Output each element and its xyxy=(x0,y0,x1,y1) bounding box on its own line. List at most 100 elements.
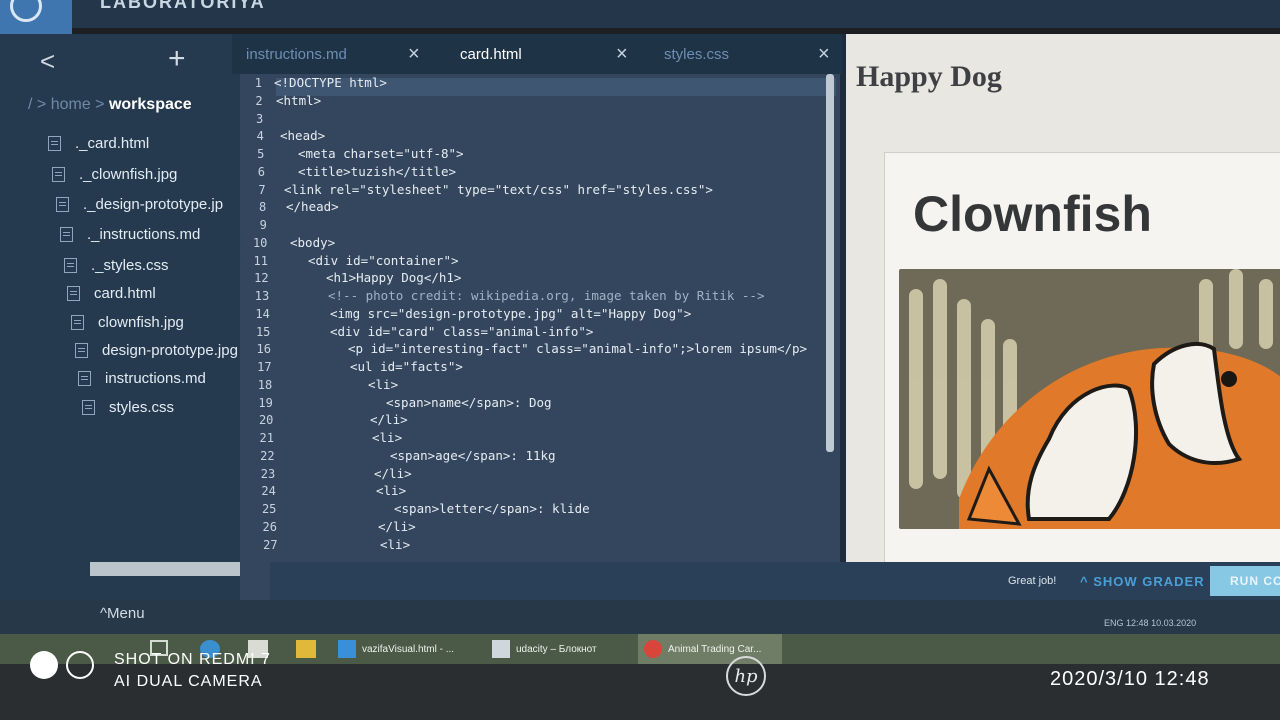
line-number: 17 xyxy=(257,360,272,374)
line-number: 14 xyxy=(255,306,270,321)
file-name: instructions.md xyxy=(105,369,206,387)
tab-label: styles.css xyxy=(664,45,730,63)
preview-card-title: Clownfish xyxy=(913,186,1152,242)
line-number: 22 xyxy=(260,448,275,463)
back-button[interactable]: < xyxy=(40,48,55,74)
file-name: ._instructions.md xyxy=(87,225,201,243)
line-number: 15 xyxy=(255,324,271,339)
code-line: <img src="design-prototype.jpg" alt="Hap… xyxy=(330,305,692,321)
clock-date: 10.03.2020 xyxy=(1151,618,1197,628)
file-icon xyxy=(82,399,95,415)
code-line: </head> xyxy=(286,199,339,215)
taskbar-item-vscode[interactable]: vazifaVisual.html - ... xyxy=(338,634,478,664)
code-editor[interactable]: 1 2 3 4 5 6 7 8 9 10 11 12 13 14 15 16 17 18 19 20 21 22 23 24 2… xyxy=(240,74,840,600)
code-line: <meta charset="utf-8"> xyxy=(298,146,464,161)
run-code-button[interactable]: RUN CO xyxy=(1210,566,1280,596)
chevron-up-icon: ^ xyxy=(100,605,108,622)
file-item[interactable]: ._styles.css xyxy=(64,254,169,276)
file-item[interactable]: card.html xyxy=(67,282,156,304)
browser-top-strip: LABORATORIYA xyxy=(0,0,1280,28)
line-number: 6 xyxy=(257,164,265,179)
code-line: <title>tuzish</title> xyxy=(298,163,457,179)
code-line: <span>name</span>: Dog xyxy=(386,394,552,410)
language-indicator[interactable]: ENG xyxy=(1104,618,1124,628)
preview-card: Clownfish xyxy=(884,152,1280,584)
chrome-icon xyxy=(644,640,662,658)
editor-scrollbar[interactable] xyxy=(826,74,834,452)
corner-button[interactable] xyxy=(0,0,72,34)
close-icon: × xyxy=(616,42,628,65)
file-icon xyxy=(78,370,91,386)
file-item[interactable]: instructions.md xyxy=(78,367,206,389)
line-number: 9 xyxy=(259,218,267,232)
code-line: <li> xyxy=(376,483,407,499)
file-name: card.html xyxy=(94,284,156,302)
notepad-icon xyxy=(492,640,510,658)
file-icon xyxy=(64,257,77,273)
code-line: <li> xyxy=(368,376,399,392)
taskbar-item-label: udacity – Блокнот xyxy=(516,643,597,655)
file-item[interactable]: ._design-prototype.jp xyxy=(56,193,223,215)
file-item[interactable]: clownfish.jpg xyxy=(71,311,184,333)
menu-bar: ^Menu ENG 12:48 10.03.2020 xyxy=(0,600,1280,634)
line-number: 21 xyxy=(259,431,274,445)
photo-timestamp: 2020/3/10 12:48 xyxy=(1050,668,1210,690)
file-name: ._styles.css xyxy=(91,256,169,274)
breadcrumb-workspace[interactable]: workspace xyxy=(109,96,192,113)
line-number: 24 xyxy=(261,484,276,499)
line-number: 12 xyxy=(254,271,269,286)
tab-card-html[interactable]: card.html xyxy=(460,34,522,74)
file-icon xyxy=(56,196,69,212)
file-icon xyxy=(71,314,84,330)
taskbar-item-notepad[interactable]: udacity – Блокнот xyxy=(492,634,632,664)
file-item[interactable]: styles.css xyxy=(82,396,174,418)
file-item[interactable]: ._instructions.md xyxy=(60,223,200,245)
top-label: LABORATORIYA xyxy=(100,0,266,12)
camera-watermark: SHOT ON REDMI 7 AI DUAL CAMERA xyxy=(30,651,270,690)
file-name: clownfish.jpg xyxy=(98,313,184,331)
file-name: styles.css xyxy=(109,398,175,416)
file-item[interactable]: ._clownfish.jpg xyxy=(52,163,177,185)
file-name: ._design-prototype.jp xyxy=(83,195,224,213)
line-number: 16 xyxy=(256,342,271,357)
hp-logo: hp xyxy=(726,656,766,696)
line-number: 25 xyxy=(261,502,277,516)
file-sidebar: < + / > home > workspace ._card.html ._c… xyxy=(0,34,270,600)
line-number: 1 xyxy=(254,76,262,90)
clock-time[interactable]: 12:48 xyxy=(1126,618,1149,628)
file-name: ._card.html xyxy=(75,134,150,152)
breadcrumb-root[interactable]: / > xyxy=(28,96,46,113)
line-number: 13 xyxy=(254,289,270,303)
sticky-app-icon[interactable] xyxy=(296,640,316,658)
line-number: 3 xyxy=(255,111,264,126)
close-icon: × xyxy=(818,42,830,65)
line-number: 27 xyxy=(263,537,278,552)
code-line: <body> xyxy=(290,234,336,250)
line-number: 8 xyxy=(258,200,267,215)
clownfish-image xyxy=(899,269,1280,529)
show-grader-button[interactable]: ^ SHOW GRADER xyxy=(1080,562,1205,600)
file-item[interactable]: design-prototype.jpg xyxy=(75,339,238,361)
code-line: <head> xyxy=(280,128,326,144)
code-line: </li> xyxy=(370,412,408,428)
menu-label: Menu xyxy=(107,605,145,622)
breadcrumb-home[interactable]: home xyxy=(51,96,91,113)
tab-styles-css[interactable]: styles.css xyxy=(664,34,729,74)
file-icon xyxy=(52,166,65,182)
taskbar-item-chrome[interactable]: Animal Trading Car... xyxy=(638,634,782,664)
show-grader-label: SHOW GRADER xyxy=(1093,573,1205,589)
menu-button[interactable]: ^Menu xyxy=(100,605,145,622)
file-icon xyxy=(67,285,80,301)
add-file-button[interactable]: + xyxy=(168,44,186,74)
code-line: <html> xyxy=(276,92,322,108)
chevron-up-icon: ^ xyxy=(1080,573,1094,589)
watermark-line2: AI DUAL CAMERA xyxy=(114,673,263,690)
line-number: 19 xyxy=(258,395,273,410)
tab-instructions[interactable]: instructions.md xyxy=(246,34,347,74)
code-line: <span>letter</span>: klide xyxy=(394,501,590,516)
line-number: 5 xyxy=(257,147,265,161)
code-line: </li> xyxy=(374,465,412,481)
file-item[interactable]: ._card.html xyxy=(48,132,149,154)
line-number: 2 xyxy=(255,93,263,108)
line-number: 7 xyxy=(258,182,266,197)
